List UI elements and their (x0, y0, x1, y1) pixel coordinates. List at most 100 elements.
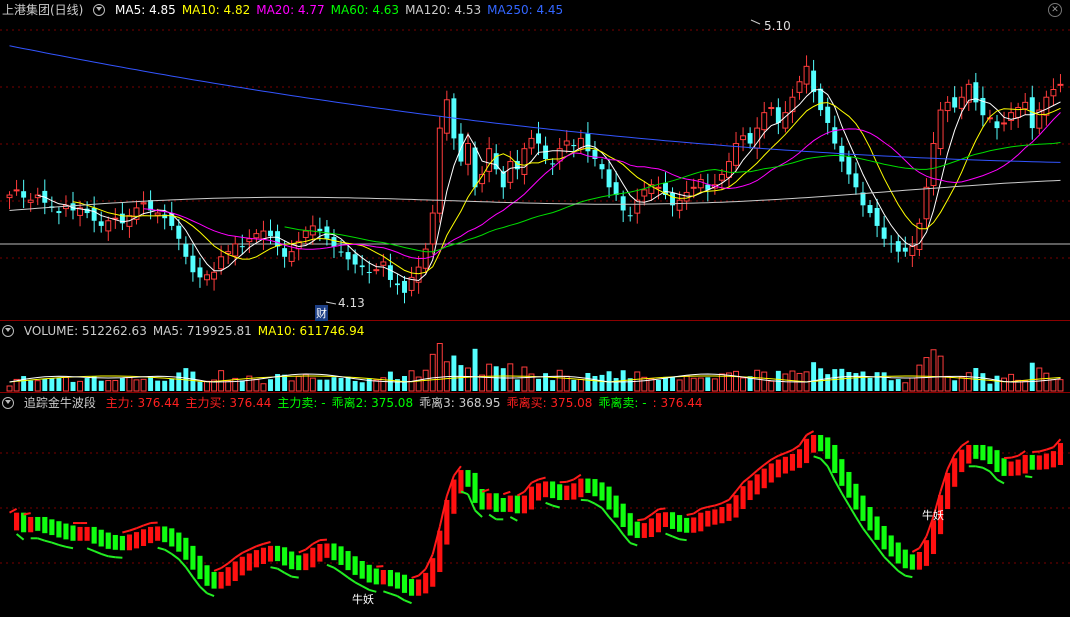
trail-line (1046, 447, 1053, 449)
trail-line (807, 431, 814, 435)
close-icon[interactable]: ✕ (1048, 3, 1062, 17)
trail-line (567, 479, 574, 481)
volume-bar (21, 376, 26, 391)
trail-line (136, 525, 143, 528)
band-bar (740, 486, 746, 509)
trail-line (687, 514, 694, 515)
band-bar (952, 458, 958, 487)
volume-bar (614, 378, 619, 391)
indicator-dropdown-icon[interactable] (2, 397, 14, 409)
volume-bar (607, 371, 612, 391)
candle-body (360, 265, 365, 267)
trail-line (129, 528, 136, 530)
volume-bar (557, 370, 562, 391)
candle-body (621, 196, 626, 210)
candle-body (868, 205, 873, 213)
band-bar (261, 547, 267, 564)
volume-bar (374, 380, 379, 391)
ma-legend-item-1: MA10: 4.82 (182, 3, 250, 17)
trail-line (510, 517, 517, 521)
volume-bar (317, 380, 322, 391)
trail-line (983, 468, 990, 472)
candle-body (804, 66, 809, 84)
high-arrow (751, 20, 760, 24)
candle-body (607, 169, 612, 187)
trail-line (708, 506, 715, 507)
band-bar (684, 518, 690, 533)
band-bar (493, 493, 499, 512)
volume-bar (473, 349, 478, 391)
band-bar (1015, 459, 1021, 475)
trail-line (271, 567, 278, 568)
band-bar (719, 507, 725, 524)
candle-body (938, 110, 943, 148)
indicator-legend-item-4: 乖离3: 368.95 (419, 396, 500, 410)
band-bar (860, 495, 866, 521)
candle-body (190, 256, 195, 273)
candle-body (346, 252, 351, 259)
candle-body (402, 281, 407, 293)
candle-body (811, 71, 816, 92)
band-bar (959, 449, 965, 472)
volume-bar (176, 372, 181, 391)
volume-panel[interactable]: VOLUME: 512262.63MA5: 719925.81MA10: 611… (0, 320, 1070, 393)
price-chart-panel[interactable]: 上港集团(日线) MA5: 4.85MA10: 4.82MA20: 4.77MA… (0, 0, 1070, 320)
volume-bar (550, 380, 555, 391)
indicator-panel[interactable]: 追踪金牛波段 主力: 376.44主力买: 376.44主力卖: -乖离2: 3… (0, 392, 1070, 617)
candle-body (261, 231, 266, 239)
volume-bar (240, 380, 245, 391)
candle-body (1044, 97, 1049, 115)
dropdown-circle-icon[interactable] (93, 4, 105, 16)
band-bar (924, 540, 930, 566)
indicator-header: 追踪金牛波段 主力: 376.44主力买: 376.44主力卖: -乖离2: 3… (0, 393, 714, 413)
candle-body (959, 97, 964, 108)
trail-line (383, 591, 390, 593)
band-bar (980, 445, 986, 461)
candle-body (910, 247, 915, 256)
band-bar (268, 546, 274, 562)
candle-body (656, 187, 661, 188)
band-bar (761, 468, 767, 488)
volume-bar (910, 378, 915, 391)
volume-bar (515, 379, 520, 391)
trail-line (821, 459, 828, 467)
candle-body (254, 234, 259, 238)
candle-body (268, 231, 273, 236)
band-bar (91, 527, 97, 544)
trail-line (285, 573, 292, 577)
trail-line (658, 508, 665, 509)
financial-event-marker[interactable]: 财 (315, 305, 328, 321)
band-bar (663, 512, 669, 527)
candle-body (741, 136, 746, 140)
volume-bar (49, 379, 54, 391)
trail-line (87, 548, 94, 551)
indicator-chart (0, 393, 1070, 617)
candle-body (106, 221, 111, 231)
band-bar (70, 525, 76, 541)
volume-bar (875, 372, 880, 391)
volume-bar (952, 380, 957, 391)
volume-legend: VOLUME: 512262.63MA5: 719925.81MA10: 611… (24, 324, 371, 338)
indicator-legend-item-6: 乖离卖: - (598, 396, 646, 410)
candle-body (183, 244, 188, 257)
volume-bar (402, 376, 407, 391)
indicator-legend-item-1: 主力买: 376.44 (186, 396, 272, 410)
band-bar (500, 498, 506, 512)
volume-bar (578, 379, 583, 391)
candle-body (536, 133, 541, 143)
volume-bar (677, 380, 682, 391)
band-bar (381, 570, 387, 585)
band-bar (176, 532, 182, 552)
candle-body (282, 248, 287, 257)
band-bar (1036, 455, 1042, 470)
trail-line (673, 536, 680, 539)
candle-body (466, 144, 471, 165)
candle-body (832, 127, 837, 143)
volume-bar (78, 381, 83, 391)
volume-dropdown-icon[interactable] (2, 325, 14, 337)
high-price-label: 5.10 (764, 19, 791, 33)
band-bar (359, 561, 365, 579)
band-bar (811, 435, 817, 453)
band-bar (402, 574, 408, 593)
volume-bar (127, 378, 132, 391)
